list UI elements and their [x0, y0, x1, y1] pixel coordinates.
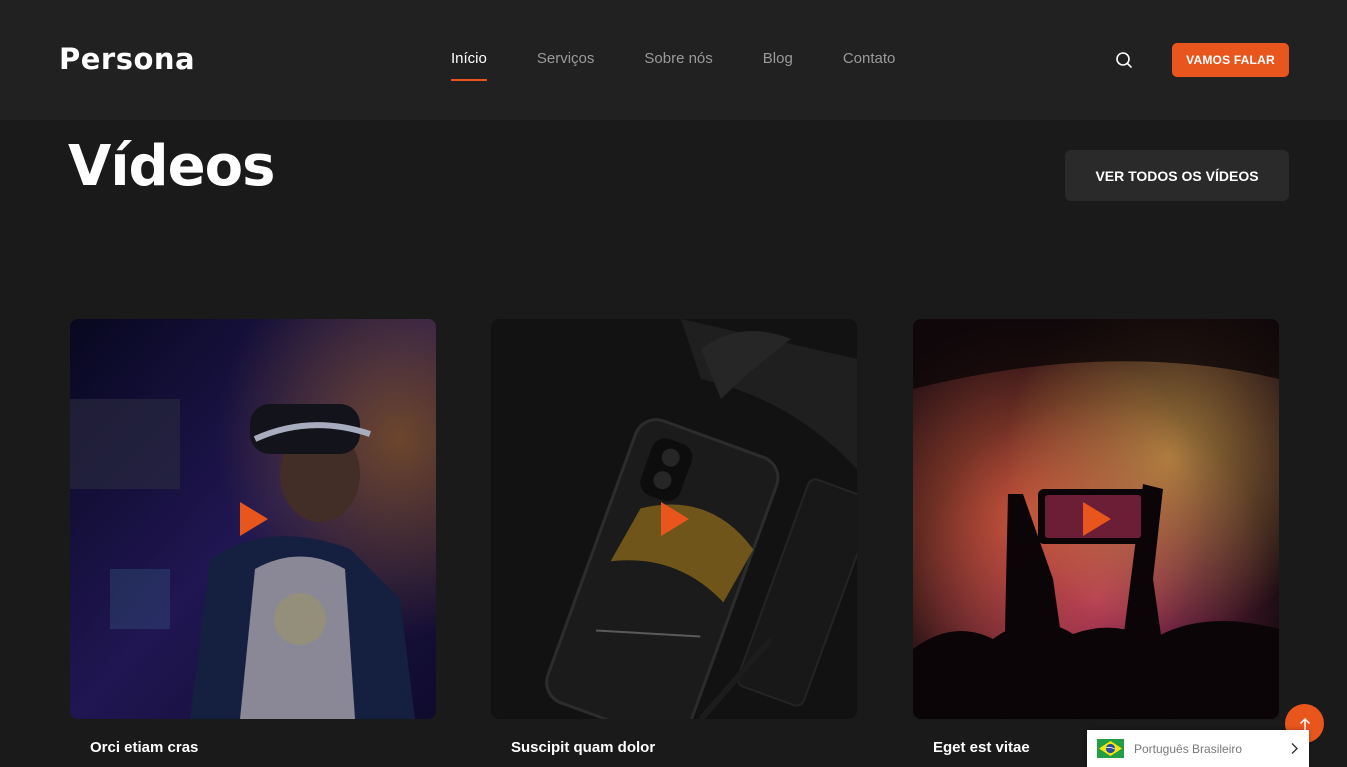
nav-item-contato[interactable]: Contato: [843, 50, 896, 81]
video-card[interactable]: [491, 319, 857, 719]
site-logo[interactable]: Persona: [59, 42, 195, 76]
main-nav: Início Serviços Sobre nós Blog Contato: [451, 50, 945, 81]
nav-item-blog[interactable]: Blog: [763, 50, 793, 81]
section-title: Vídeos: [68, 134, 275, 199]
chevron-right-icon: [1291, 743, 1298, 754]
nav-item-servicos[interactable]: Serviços: [537, 50, 595, 81]
play-icon[interactable]: [240, 502, 268, 536]
video-card[interactable]: [70, 319, 436, 719]
see-all-videos-button[interactable]: VER TODOS OS VÍDEOS: [1065, 150, 1289, 201]
language-switcher[interactable]: Português Brasileiro: [1087, 730, 1309, 767]
language-label: Português Brasileiro: [1134, 741, 1243, 756]
play-icon[interactable]: [661, 502, 689, 536]
video-card-title[interactable]: Suscipit quam dolor: [511, 739, 655, 756]
video-card[interactable]: [913, 319, 1279, 719]
play-icon[interactable]: [1083, 502, 1111, 536]
video-card-title[interactable]: Eget est vitae: [933, 739, 1030, 756]
lets-talk-button[interactable]: VAMOS FALAR: [1172, 43, 1289, 77]
site-header: Persona Início Serviços Sobre nós Blog C…: [0, 0, 1347, 120]
nav-item-sobre-nos[interactable]: Sobre nós: [644, 50, 712, 81]
brazil-flag-icon: [1097, 739, 1124, 758]
nav-item-inicio[interactable]: Início: [451, 50, 487, 81]
video-card-title[interactable]: Orci etiam cras: [90, 739, 198, 756]
search-icon[interactable]: [1113, 49, 1135, 71]
